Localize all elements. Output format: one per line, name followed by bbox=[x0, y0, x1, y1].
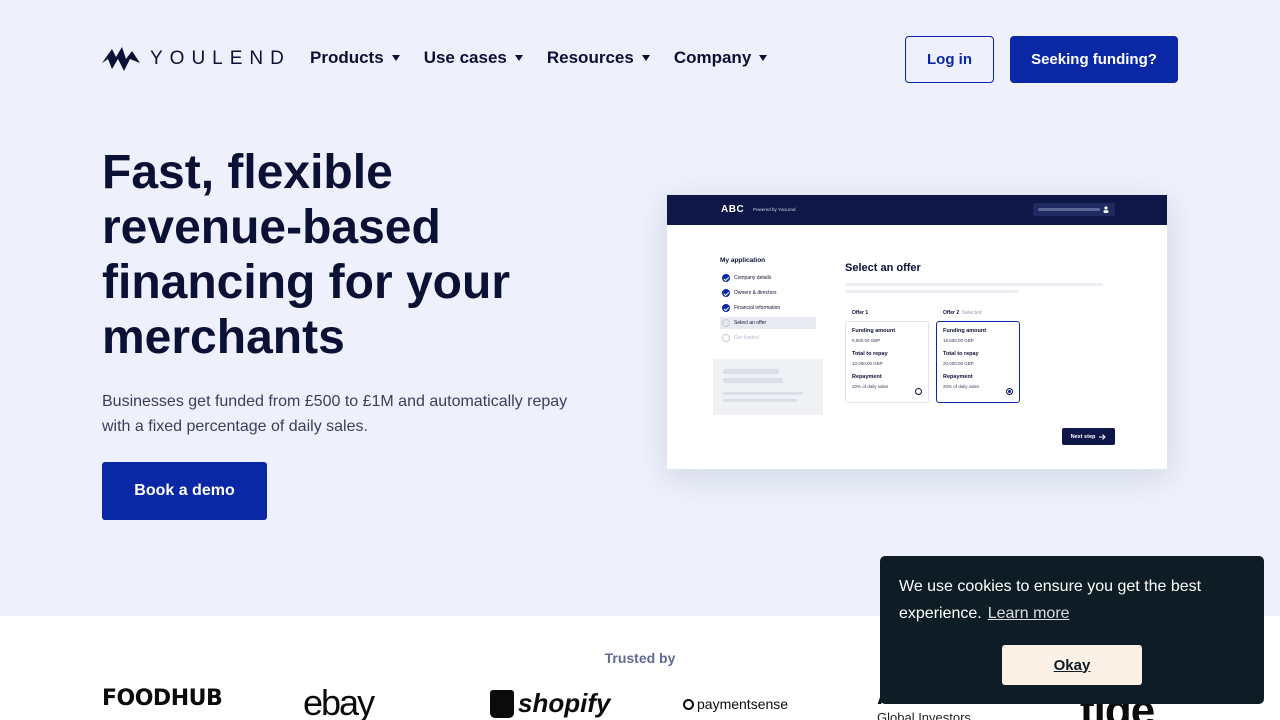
offer-name: Offer 1 bbox=[852, 310, 869, 316]
allianz-subtitle: Global Investors bbox=[877, 710, 971, 720]
preview-step: Get funded bbox=[722, 334, 759, 342]
next-step-label: Next step bbox=[1070, 433, 1096, 440]
preview-user-placeholder bbox=[1038, 208, 1100, 211]
caret-down-icon bbox=[759, 55, 768, 61]
nav-resources[interactable]: Resources bbox=[547, 48, 650, 68]
preview-powered-by: Powered by YouLend bbox=[753, 207, 796, 212]
offer-funding-label: Funding amount bbox=[943, 328, 987, 334]
site-header: YOULEND Products Use cases Resources Com… bbox=[0, 0, 1280, 118]
cookie-okay-button[interactable]: Okay bbox=[1002, 645, 1142, 685]
nav-company-label: Company bbox=[673, 48, 752, 67]
youlend-logo-icon bbox=[102, 47, 140, 71]
preview-step-label: Select an offer bbox=[734, 320, 767, 326]
shopify-logo: shopify bbox=[490, 688, 610, 719]
paymentsense-icon bbox=[683, 698, 694, 710]
cookie-learn-more-link[interactable]: Learn more bbox=[988, 605, 1070, 622]
cookie-message: We use cookies to ensure you get the bes… bbox=[899, 573, 1239, 627]
caret-down-icon bbox=[514, 55, 523, 61]
preview-step-label: Get funded bbox=[734, 335, 759, 341]
offer-funding-value: 18,500.00 GBP bbox=[943, 338, 974, 343]
circle-icon bbox=[722, 319, 730, 327]
preview-side-card bbox=[713, 359, 823, 415]
preview-step-label: Owners & directors bbox=[734, 290, 777, 296]
preview-step-label: Company details bbox=[734, 275, 772, 281]
preview-step: Company details bbox=[722, 274, 771, 282]
preview-topbar: ABC Powered by YouLend bbox=[667, 195, 1167, 225]
nav-products-label: Products bbox=[310, 48, 384, 67]
skeleton-line bbox=[845, 283, 1103, 286]
skeleton-line bbox=[723, 392, 803, 395]
skeleton-line bbox=[845, 290, 1019, 293]
main-nav: Products Use cases Resources Company bbox=[310, 48, 791, 68]
hero-title: Fast, flexible revenue-based financing f… bbox=[102, 146, 510, 364]
arrow-right-icon bbox=[1099, 433, 1107, 440]
offer-funding-value: 9,500.00 GBP bbox=[852, 338, 881, 343]
foodhub-logo: FOODHUB bbox=[102, 686, 223, 711]
preview-steps-title: My application bbox=[720, 257, 766, 264]
cookie-banner: We use cookies to ensure you get the bes… bbox=[880, 556, 1264, 704]
preview-offer-1-label: Offer 1 bbox=[852, 310, 868, 316]
offer-repayment-label: Repayment bbox=[852, 374, 882, 380]
nav-resources-label: Resources bbox=[546, 48, 634, 67]
skeleton-line bbox=[723, 378, 783, 383]
paymentsense-wordmark: paymentsense bbox=[697, 696, 789, 712]
offer-repay-value: 20,000.00 GBP bbox=[943, 361, 974, 366]
offer-funding-label: Funding amount bbox=[852, 328, 896, 334]
ebay-logo: ebay bbox=[303, 682, 375, 720]
nav-company[interactable]: Company bbox=[673, 48, 768, 68]
circle-icon bbox=[722, 334, 730, 342]
preview-offer-heading: Select an offer bbox=[845, 262, 921, 274]
preview-offer-2-label: Offer 2 Selected bbox=[943, 310, 982, 316]
offer-repayment-value: 20% of daily sales bbox=[943, 384, 980, 389]
check-circle-icon bbox=[722, 289, 730, 297]
preview-step-active: Select an offer bbox=[720, 317, 816, 329]
caret-down-icon bbox=[641, 55, 650, 61]
preview-step-label: Financial information bbox=[734, 305, 781, 311]
book-demo-button[interactable]: Book a demo bbox=[102, 462, 267, 520]
preview-step: Financial information bbox=[722, 304, 780, 312]
preview-brand: ABC bbox=[721, 204, 745, 215]
offer-repayment-label: Repayment bbox=[943, 374, 973, 380]
preview-next-step-button: Next step bbox=[1062, 428, 1115, 445]
check-circle-icon bbox=[722, 274, 730, 282]
nav-use-cases-label: Use cases bbox=[423, 48, 507, 67]
radio-icon bbox=[915, 388, 922, 395]
preview-user-menu bbox=[1033, 203, 1115, 216]
paymentsense-logo: paymentsense bbox=[683, 696, 788, 712]
skeleton-line bbox=[723, 369, 779, 374]
offer-selected-tag: Selected bbox=[962, 310, 982, 316]
hero-subtitle: Businesses get funded from £500 to £1M a… bbox=[102, 393, 568, 435]
preview-offer-2-card: Funding amount 18,500.00 GBP Total to re… bbox=[936, 321, 1020, 403]
nav-products[interactable]: Products bbox=[310, 48, 400, 68]
shopify-wordmark: shopify bbox=[518, 688, 611, 718]
preview-step: Owners & directors bbox=[722, 289, 777, 297]
nav-use-cases[interactable]: Use cases bbox=[424, 48, 523, 68]
shopify-bag-icon bbox=[490, 689, 514, 718]
offer-repay-value: 10,000.00 GBP bbox=[852, 361, 883, 366]
youlend-logo[interactable]: YOULEND bbox=[102, 44, 291, 74]
logo-text: YOULEND bbox=[150, 48, 291, 69]
user-icon bbox=[1103, 206, 1109, 213]
offer-repay-label: Total to repay bbox=[852, 351, 888, 357]
preview-offer-1-card: Funding amount 9,500.00 GBP Total to rep… bbox=[845, 321, 929, 403]
radio-selected-icon bbox=[1006, 388, 1013, 395]
skeleton-line bbox=[723, 399, 797, 402]
product-preview: ABC Powered by YouLend My application Co… bbox=[666, 194, 1168, 470]
caret-down-icon bbox=[391, 55, 400, 61]
login-button[interactable]: Log in bbox=[905, 36, 994, 83]
seeking-funding-button[interactable]: Seeking funding? bbox=[1010, 36, 1178, 83]
offer-name: Offer 2 bbox=[943, 310, 960, 316]
check-circle-icon bbox=[722, 304, 730, 312]
offer-repayment-value: 20% of daily sales bbox=[852, 384, 889, 389]
offer-repay-label: Total to repay bbox=[943, 351, 979, 357]
